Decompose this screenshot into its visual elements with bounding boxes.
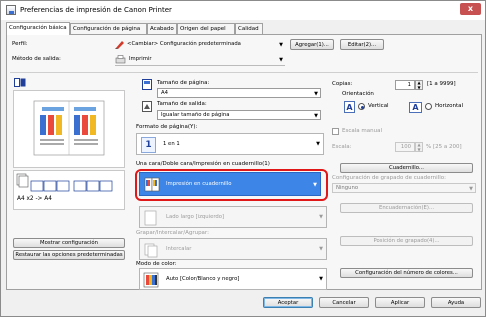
chevron-down-icon: ▼	[469, 186, 473, 192]
profile-select[interactable]: <Cambiar> Configuración predeterminada ▼	[115, 40, 285, 50]
profile-value: <Cambiar> Configuración predeterminada	[127, 41, 241, 47]
output-size-select[interactable]: Igualar tamaño de página ▼	[157, 110, 321, 120]
page-size-icon	[142, 79, 152, 90]
color-mode-label: Modo de color:	[136, 261, 177, 267]
settings-panel: Perfil: <Cambiar> Configuración predeter…	[6, 34, 482, 290]
chevron-down-icon: ▼	[319, 214, 323, 220]
duplex-label: Una cara/Doble cara/Impresión en cuadern…	[136, 161, 270, 167]
duplex-value: Impresión en cuadernillo	[166, 181, 232, 187]
color-mode-select[interactable]: Auto [Color/Blanco y negro] ▼	[139, 268, 327, 290]
staple-select[interactable]: Intercalar ▼	[139, 238, 327, 260]
profile-label: Perfil:	[12, 41, 28, 47]
copies-spinner[interactable]: ▲ ▼	[415, 80, 423, 90]
restore-defaults-button[interactable]: Restaurar las opciones predeterminadas	[13, 250, 125, 260]
output-size-icon	[142, 101, 152, 112]
staple-value: Intercalar	[166, 246, 192, 252]
staple-label: Grapar/Intercalar/Agrupar:	[136, 230, 209, 236]
preview-caption: A4 x2 -> A4	[17, 196, 52, 202]
binding-icon	[144, 210, 157, 226]
close-icon[interactable]: x	[460, 3, 481, 15]
preview-view-toggle-icon[interactable]	[14, 78, 26, 87]
tab-page-setup[interactable]: Configuración de página	[70, 23, 147, 34]
chevron-down-icon: ▼	[279, 57, 283, 63]
show-settings-button[interactable]: Mostrar configuración	[13, 238, 125, 248]
staple-position-button[interactable]: Posición de grapado(4)...	[340, 236, 473, 246]
manual-scaling-label: Escala manual	[342, 128, 382, 134]
page-layout-label: Formato de página(Y):	[136, 124, 198, 130]
booklet-staple-label: Configuración de grapado de cuadernillo:	[332, 175, 446, 181]
preview-status-panel: A4 x2 -> A4	[13, 170, 125, 210]
copies-label: Copias:	[332, 81, 353, 87]
scale-spinner[interactable]: ▲ ▼	[415, 142, 423, 152]
booklet-staple-value: Ninguno	[336, 185, 359, 191]
tab-quality[interactable]: Calidad	[235, 23, 263, 34]
vertical-radio[interactable]	[358, 103, 365, 110]
apply-button[interactable]: Aplicar	[375, 297, 425, 308]
chevron-down-icon: ▼	[279, 42, 283, 48]
binding-value: Lado largo [izquierdo]	[166, 214, 225, 220]
cancel-button[interactable]: Cancelar	[319, 297, 369, 308]
copies-range: [1 a 9999]	[427, 81, 456, 87]
printer-icon	[115, 55, 126, 64]
page-size-value: A4	[161, 90, 168, 96]
page-layout-value: 1 en 1	[163, 141, 180, 147]
booklet-icon	[144, 177, 160, 192]
color-mode-icon	[143, 272, 159, 288]
pencil-icon	[115, 41, 124, 49]
horizontal-label: Horizontal	[435, 103, 464, 109]
scale-range: % [25 a 200]	[426, 144, 462, 150]
manual-scaling-checkbox[interactable]	[332, 128, 339, 135]
scale-input[interactable]: 100	[395, 142, 415, 152]
booklet-button[interactable]: Cuadernillo...	[340, 163, 473, 173]
duplex-select[interactable]: Impresión en cuadernillo ▼	[139, 172, 321, 196]
ok-button[interactable]: Aceptar	[263, 297, 313, 308]
output-size-value: Igualar tamaño de página	[161, 112, 230, 118]
booklet-staple-select[interactable]: Ninguno ▼	[332, 183, 476, 193]
tab-basic-settings[interactable]: Configuración básica	[6, 22, 70, 35]
vertical-label: Vertical	[368, 103, 389, 109]
horizontal-radio[interactable]	[425, 103, 432, 110]
add-profile-button[interactable]: Agregar(1)...	[290, 39, 334, 50]
color-count-settings-button[interactable]: Configuración del número de colores...	[340, 268, 473, 278]
binding-settings-button[interactable]: Encuadernación(E)...	[340, 203, 473, 213]
output-method-value: Imprimir	[129, 56, 152, 62]
page-layout-select[interactable]: 1 1 en 1 ▼	[136, 133, 324, 155]
page-size-label: Tamaño de página:	[157, 80, 210, 86]
preferences-window: Preferencias de impresión de Canon Print…	[0, 0, 486, 317]
preview-pages-icon	[33, 100, 105, 156]
tab-paper-source[interactable]: Origen del papel	[177, 23, 235, 34]
chevron-down-icon: ▼	[314, 91, 318, 97]
binding-select[interactable]: Lado largo [izquierdo] ▼	[139, 206, 327, 228]
title-bar: Preferencias de impresión de Canon Print…	[1, 1, 485, 20]
window-title: Preferencias de impresión de Canon Print…	[20, 6, 172, 14]
output-method-select[interactable]: Imprimir ▼	[115, 54, 285, 66]
chevron-down-icon: ▼	[319, 276, 323, 282]
booklet-status-icons	[16, 173, 113, 192]
divider	[10, 72, 478, 73]
scale-label: Escala:	[332, 144, 352, 150]
output-size-label: Tamaño de salida:	[157, 101, 207, 107]
printer-app-icon	[6, 5, 16, 15]
chevron-down-icon: ▼	[313, 182, 317, 188]
page-size-select[interactable]: A4 ▼	[157, 88, 321, 98]
page-layout-number-icon: 1	[141, 137, 156, 153]
landscape-icon: A	[409, 102, 422, 113]
output-method-label: Método de salida:	[12, 56, 61, 62]
chevron-down-icon: ▼	[319, 246, 323, 252]
chevron-down-icon: ▼	[314, 113, 318, 119]
tab-finishing[interactable]: Acabado	[147, 23, 177, 34]
collate-icon	[144, 243, 158, 258]
orientation-label: Orientación	[342, 91, 374, 97]
portrait-icon: A	[344, 101, 355, 113]
print-preview	[13, 90, 125, 168]
chevron-down-icon: ▼	[316, 141, 320, 147]
color-mode-value: Auto [Color/Blanco y negro]	[166, 276, 240, 282]
help-button[interactable]: Ayuda	[431, 297, 481, 308]
copies-input[interactable]: 1	[395, 80, 415, 90]
edit-profile-button[interactable]: Editar(2)...	[340, 39, 384, 50]
